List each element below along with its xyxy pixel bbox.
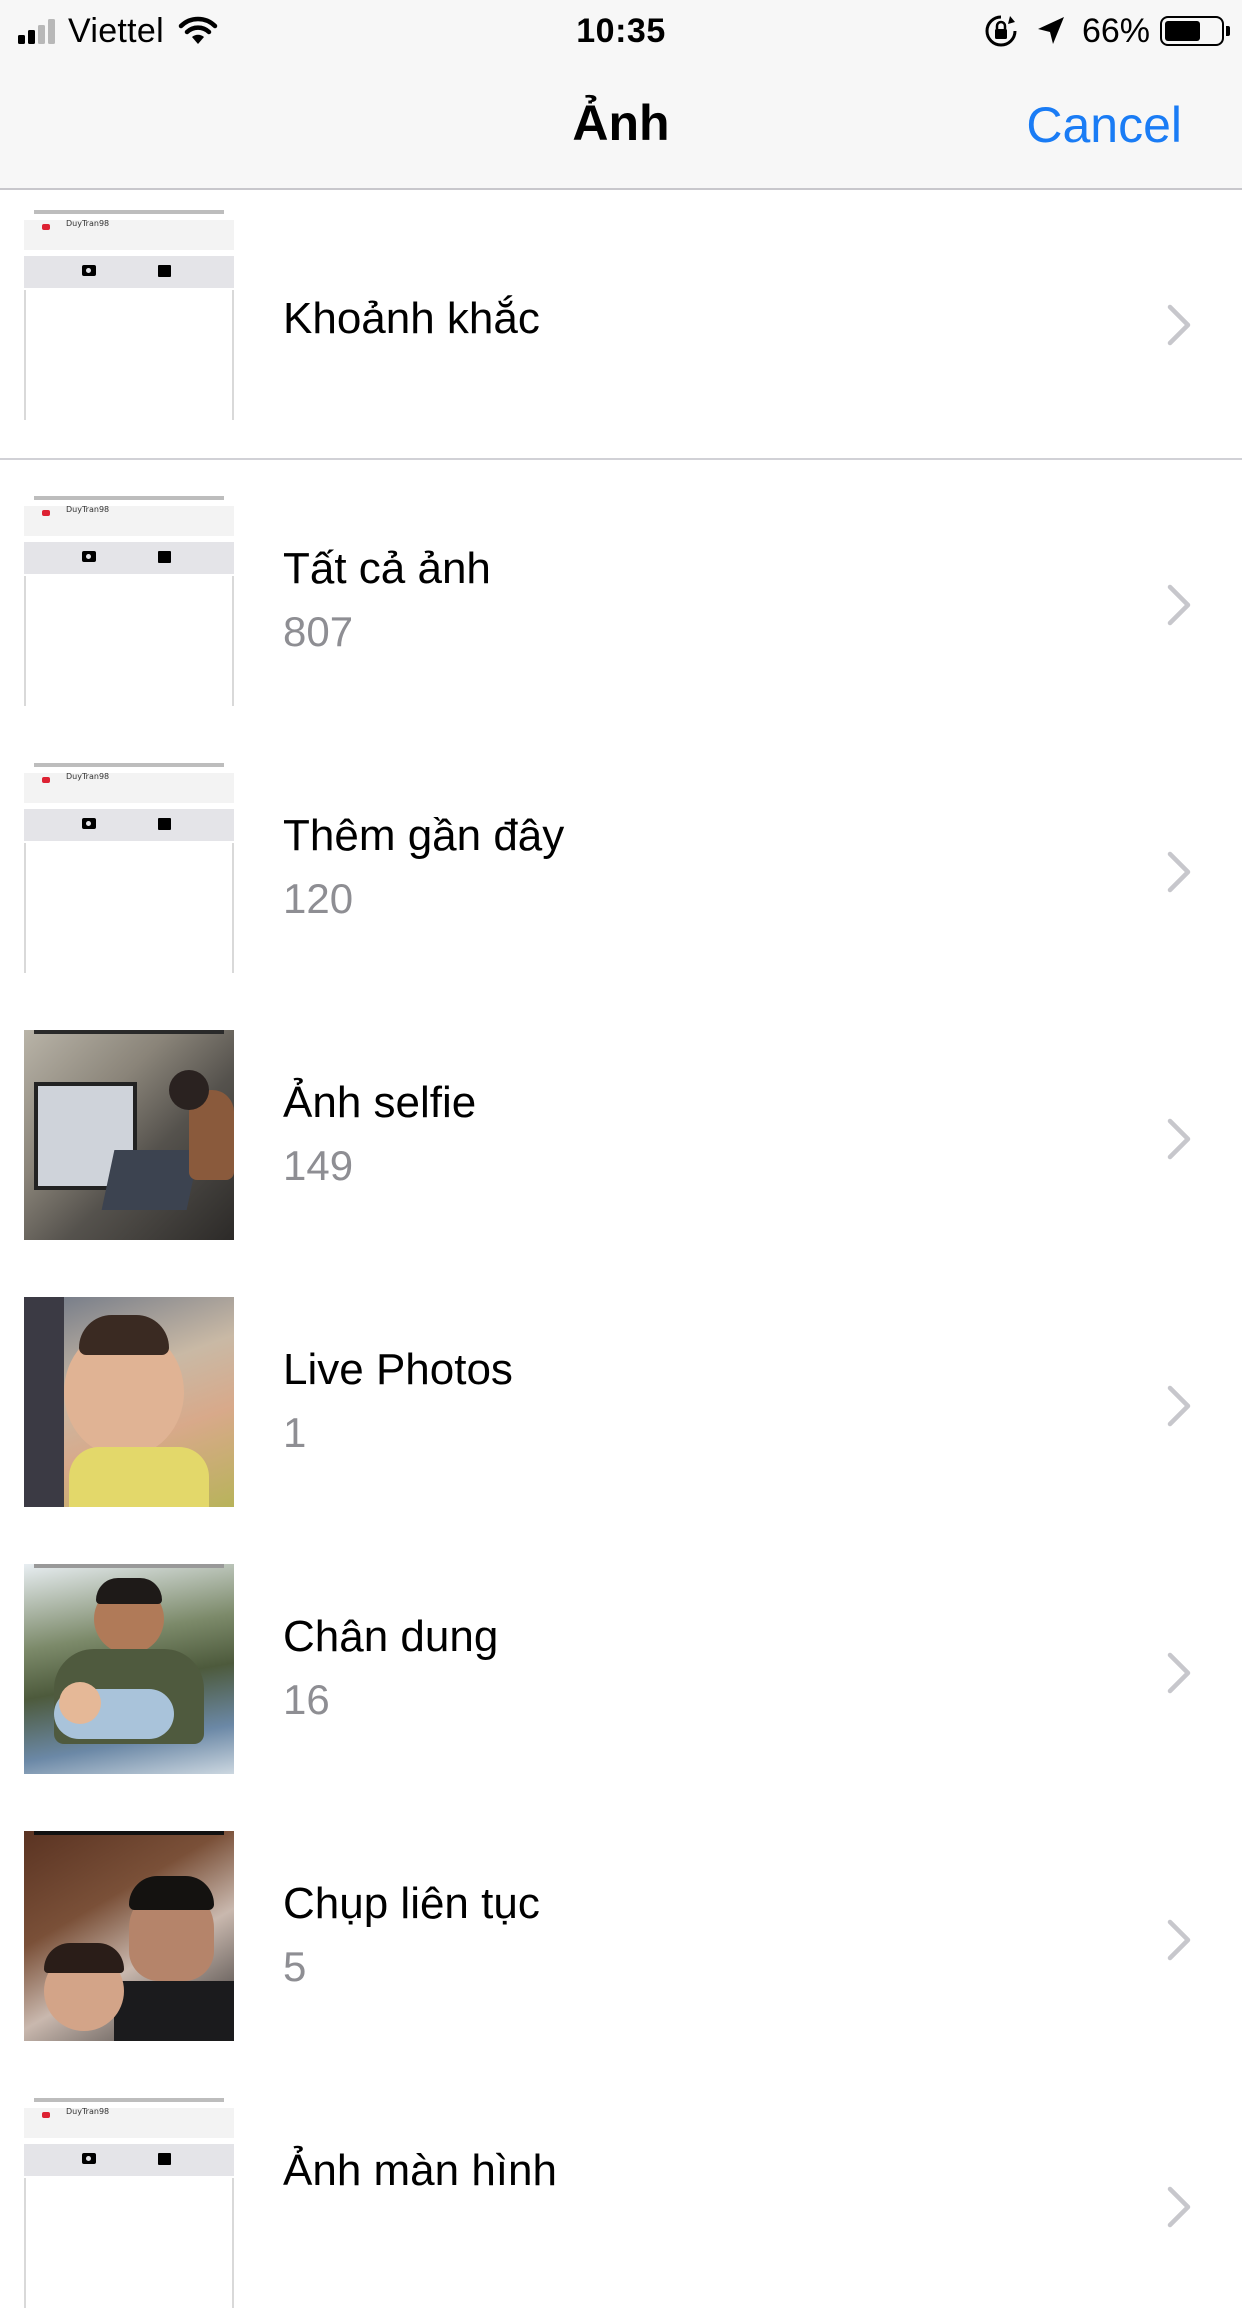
album-row-bursts[interactable]: Chụp liên tục 5 [0, 1815, 1242, 2041]
album-thumbnail [24, 1297, 234, 1507]
album-name: Khoảnh khắc [283, 294, 540, 343]
album-count: 5 [283, 1943, 307, 1990]
album-text: Live Photos 1 [283, 1345, 513, 1457]
album-thumbnail [24, 1564, 234, 1774]
camera-icon [82, 551, 96, 562]
album-thumbnail [24, 1030, 234, 1240]
rotation-lock-icon [985, 15, 1017, 47]
album-count: 149 [283, 1142, 354, 1189]
album-row-moments[interactable]: DuyTran98 Khoảnh khắc [0, 190, 1242, 458]
chevron-right-icon [1167, 1118, 1191, 1160]
album-count: 120 [283, 875, 354, 922]
status-bar-right: 66% [984, 11, 1230, 50]
chevron-right-icon [1167, 1385, 1191, 1427]
album-text: Chụp liên tục 5 [283, 1879, 540, 1991]
album-name: Ảnh selfie [283, 1078, 477, 1127]
album-name: Ảnh màn hình [283, 2146, 557, 2195]
chevron-right-icon [1167, 2186, 1191, 2228]
album-thumbnail: DuyTran98 [24, 2098, 234, 2308]
album-text: Thêm gần đây 120 [283, 811, 564, 923]
status-bar: Viettel 10:35 66% [0, 0, 1242, 62]
chevron-right-icon [1167, 851, 1191, 893]
album-name: Chân dung [283, 1612, 499, 1661]
thumbnail-caption: DuyTran98 [66, 219, 110, 228]
album-text: Ảnh selfie 149 [283, 1078, 476, 1190]
chevron-right-icon [1167, 1919, 1191, 1961]
album-text: Khoảnh khắc [283, 294, 540, 344]
album-name: Tất cả ảnh [283, 544, 491, 593]
navigation-bar: Ảnh Cancel [0, 62, 1242, 190]
gallery-icon [158, 2153, 171, 2165]
album-thumbnail [24, 1831, 234, 2041]
album-name: Chụp liên tục [283, 1879, 540, 1928]
section-divider [0, 458, 1242, 460]
thumbnail-caption: DuyTran98 [66, 772, 110, 781]
battery-percent: 66% [1081, 11, 1150, 50]
chevron-right-icon [1167, 1652, 1191, 1694]
album-thumbnail: DuyTran98 [24, 210, 234, 420]
gallery-icon [158, 265, 171, 277]
chevron-right-icon [1167, 304, 1191, 346]
camera-icon [82, 265, 96, 276]
thumbnail-caption: DuyTran98 [66, 2107, 110, 2116]
album-text: Ảnh màn hình [283, 2146, 557, 2196]
album-count: 16 [283, 1676, 330, 1723]
battery-icon [1160, 16, 1230, 46]
gallery-icon [158, 818, 171, 830]
album-name: Live Photos [283, 1345, 513, 1394]
camera-icon [82, 2153, 96, 2164]
camera-icon [82, 818, 96, 829]
chevron-right-icon [1167, 584, 1191, 626]
album-row-all-photos[interactable]: DuyTran98 Tất cả ảnh 807 [0, 480, 1242, 706]
location-arrow-icon [1037, 17, 1064, 44]
album-thumbnail: DuyTran98 [24, 763, 234, 973]
album-thumbnail: DuyTran98 [24, 496, 234, 706]
album-row-portraits[interactable]: Chân dung 16 [0, 1548, 1242, 1774]
cancel-button[interactable]: Cancel [1026, 96, 1182, 154]
album-row-recently-added[interactable]: DuyTran98 Thêm gần đây 120 [0, 747, 1242, 973]
album-row-live-photos[interactable]: Live Photos 1 [0, 1281, 1242, 1507]
album-text: Chân dung 16 [283, 1612, 498, 1724]
gallery-icon [158, 551, 171, 563]
album-text: Tất cả ảnh 807 [283, 544, 491, 656]
thumbnail-caption: DuyTran98 [66, 505, 110, 514]
album-row-screenshots[interactable]: DuyTran98 Ảnh màn hình [0, 2082, 1242, 2308]
album-count: 807 [283, 608, 354, 655]
album-count: 1 [283, 1409, 307, 1456]
album-name: Thêm gần đây [283, 811, 565, 860]
album-row-selfies[interactable]: Ảnh selfie 149 [0, 1014, 1242, 1240]
